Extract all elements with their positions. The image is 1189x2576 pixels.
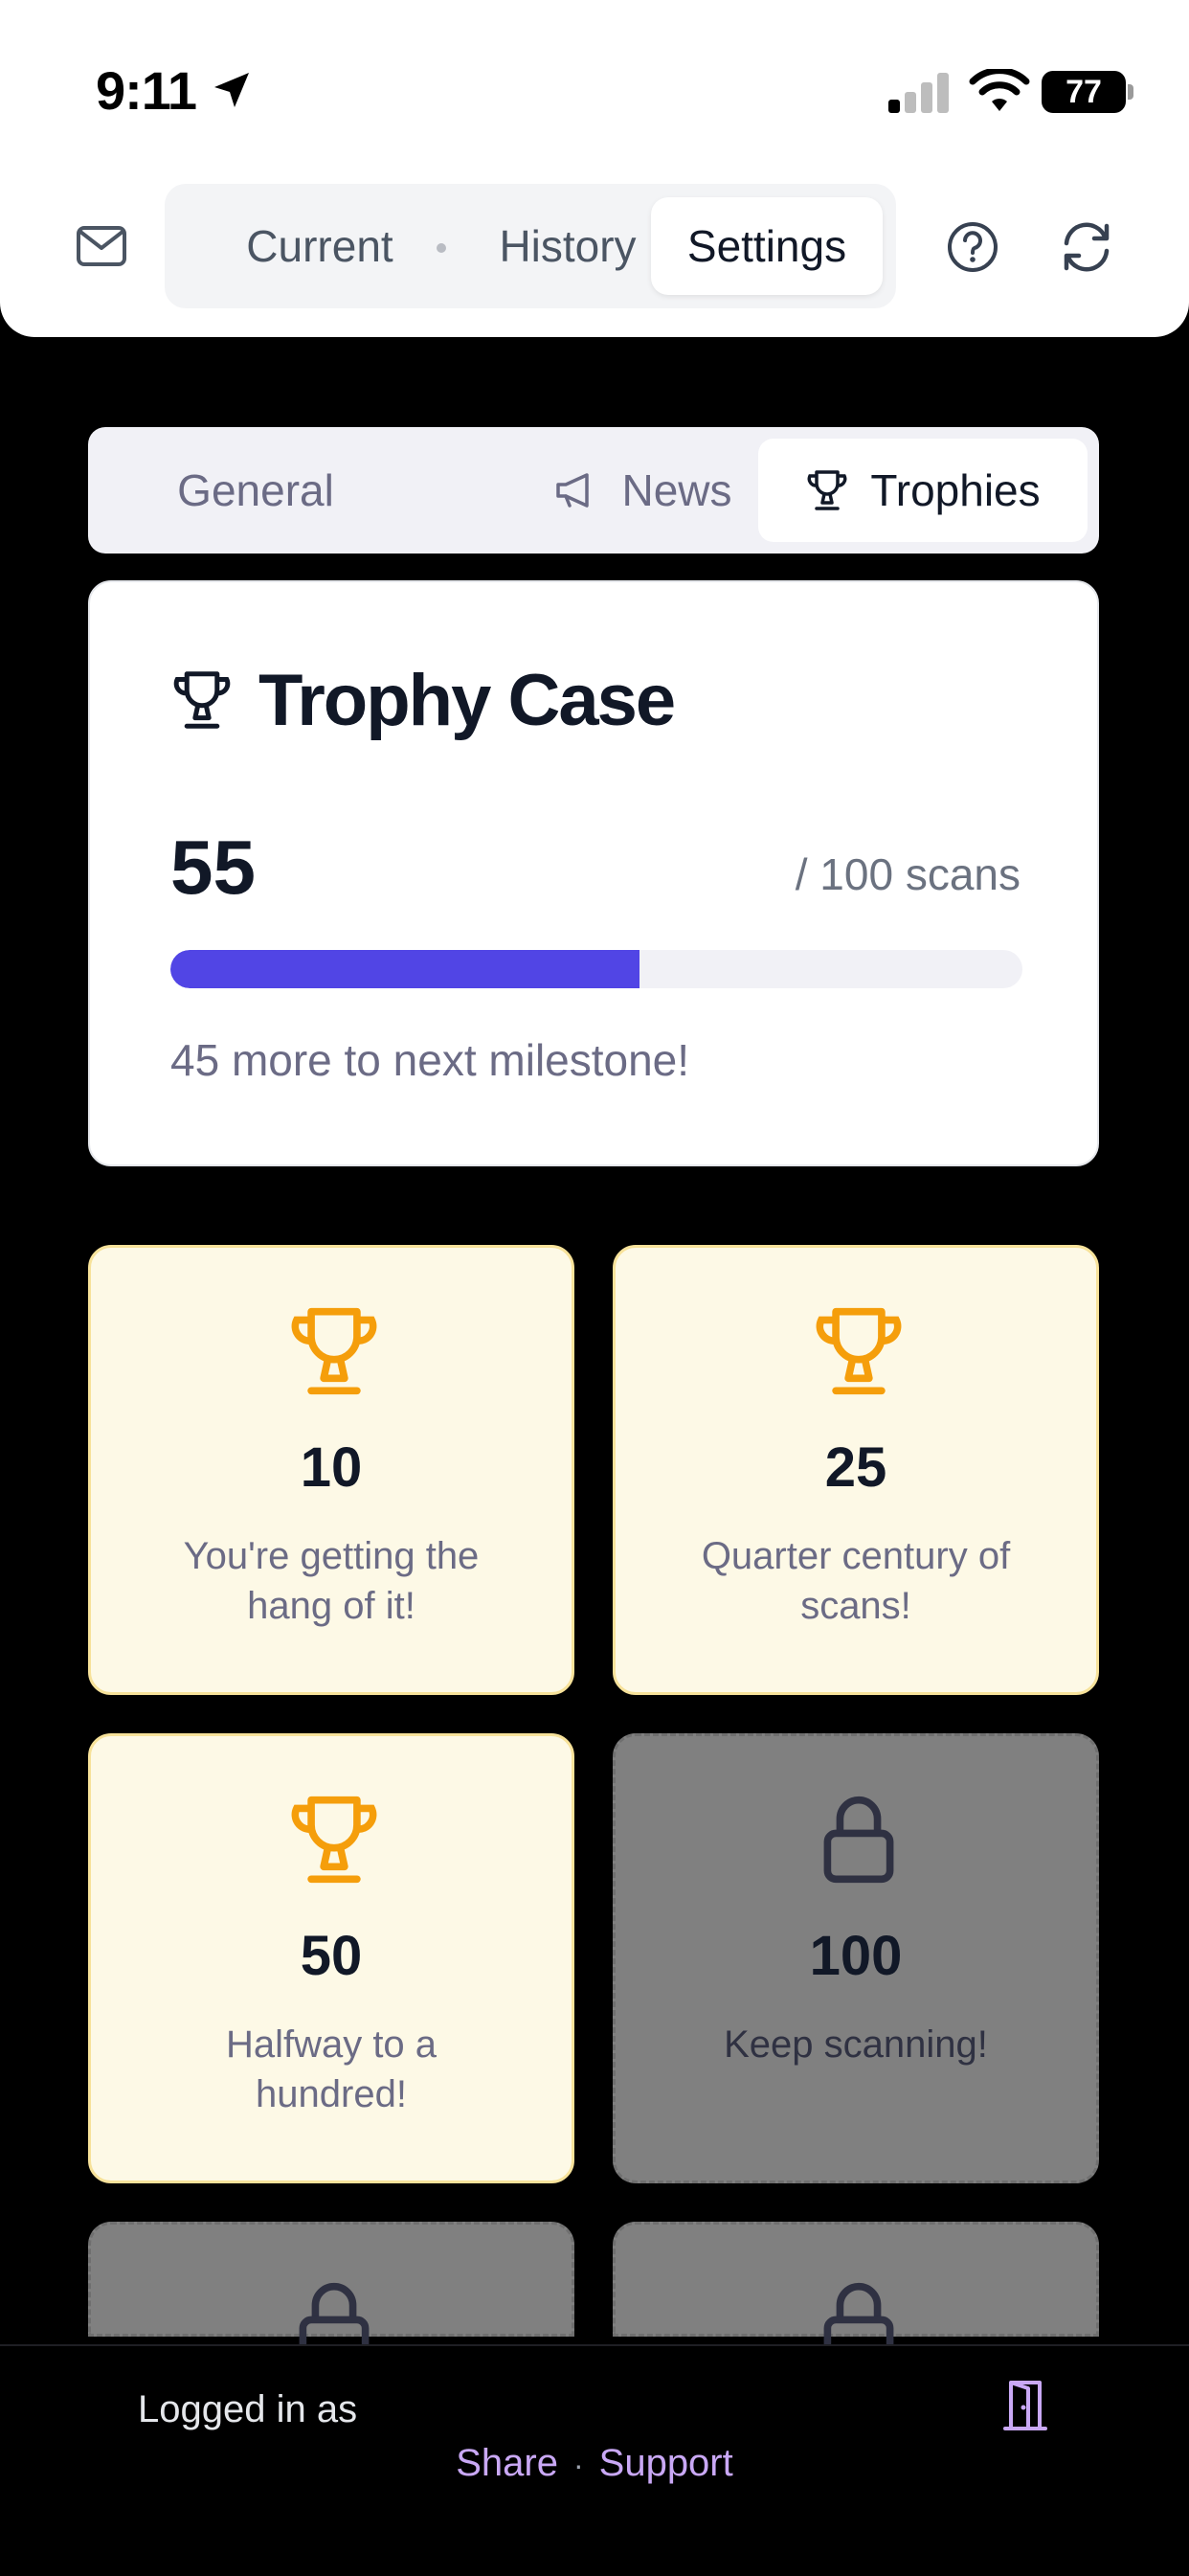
footer-links: Share · Support xyxy=(0,2442,1189,2485)
location-arrow-icon xyxy=(214,73,249,107)
trophy-tile: 10 You're getting the hang of it! xyxy=(88,1245,574,1695)
trophy-milestone: 50 xyxy=(300,1925,363,1987)
tab-settings[interactable]: Settings xyxy=(651,197,883,295)
trophy-icon xyxy=(173,671,231,729)
scan-goal: / 100 scans xyxy=(795,849,1021,899)
tab-trophies-label: Trophies xyxy=(870,465,1041,515)
refresh-icon xyxy=(1064,222,1110,272)
trophy-icon xyxy=(291,1796,377,1884)
tab-news-label: News xyxy=(621,465,732,515)
main-tab-bar: Current History Settings xyxy=(165,184,896,308)
app-header: 9:11 77 Current History Settings xyxy=(0,0,1189,337)
tab-general-label: General xyxy=(177,465,334,515)
door-exit-icon xyxy=(1003,2381,1047,2430)
help-icon xyxy=(948,222,998,272)
trophy-description: Keep scanning! xyxy=(724,2023,988,2066)
trophy-icon xyxy=(816,1307,902,1395)
help-button[interactable] xyxy=(946,220,999,274)
trophy-icon xyxy=(291,1307,377,1395)
progress-bar-fill xyxy=(170,950,639,988)
trophy-description: Halfway to a hundred! xyxy=(225,2023,437,2115)
remaining-to-milestone: 45 more to next milestone! xyxy=(170,1035,690,1085)
megaphone-icon xyxy=(556,473,590,508)
trophy-description: You're getting the hang of it! xyxy=(183,1535,480,1627)
trophy-tile: 25 Quarter century of scans! xyxy=(613,1245,1099,1695)
settings-tab-bar: General News Trophies xyxy=(88,427,1099,554)
scan-count: 55 xyxy=(170,825,256,910)
mail-icon xyxy=(77,226,126,266)
tab-separator-dot xyxy=(437,243,446,253)
tab-history[interactable]: History xyxy=(458,197,678,295)
trophy-tile: 50 Halfway to a hundred! xyxy=(88,1733,574,2183)
footer-separator: · xyxy=(572,2448,584,2482)
tab-current[interactable]: Current xyxy=(205,197,435,295)
trophy-milestone: 100 xyxy=(809,1925,903,1987)
battery-level: 77 xyxy=(1042,71,1126,113)
progress-bar xyxy=(170,950,1022,988)
tab-trophies[interactable]: Trophies xyxy=(758,439,1088,542)
wifi-icon xyxy=(969,69,1030,111)
trophy-case-card: Trophy Case 55 / 100 scans 45 more to ne… xyxy=(88,580,1099,1166)
trophy-tile-locked xyxy=(613,2222,1099,2370)
footer: Logged in as Share · Support xyxy=(0,2344,1189,2576)
refresh-button[interactable] xyxy=(1059,220,1114,274)
cellular-signal-icon xyxy=(888,73,949,113)
logged-in-label: Logged in as xyxy=(138,2388,358,2430)
battery-cap xyxy=(1128,84,1133,100)
trophy-case-title: Trophy Case xyxy=(258,660,676,741)
mail-button[interactable] xyxy=(75,222,128,272)
trophy-milestone: 10 xyxy=(300,1436,363,1499)
trophy-icon xyxy=(807,470,847,510)
share-link[interactable]: Share xyxy=(456,2442,558,2484)
trophy-tile-locked xyxy=(88,2222,574,2370)
trophy-description: Quarter century of scans! xyxy=(701,1535,1011,1627)
support-link[interactable]: Support xyxy=(599,2442,733,2484)
tab-general[interactable]: General xyxy=(117,439,394,542)
lock-icon xyxy=(823,1796,894,1884)
status-time: 9:11 xyxy=(96,60,197,121)
trophy-tile-locked: 100 Keep scanning! xyxy=(613,1733,1099,2183)
trophy-milestone: 25 xyxy=(824,1436,887,1499)
logout-button[interactable] xyxy=(999,2377,1051,2432)
